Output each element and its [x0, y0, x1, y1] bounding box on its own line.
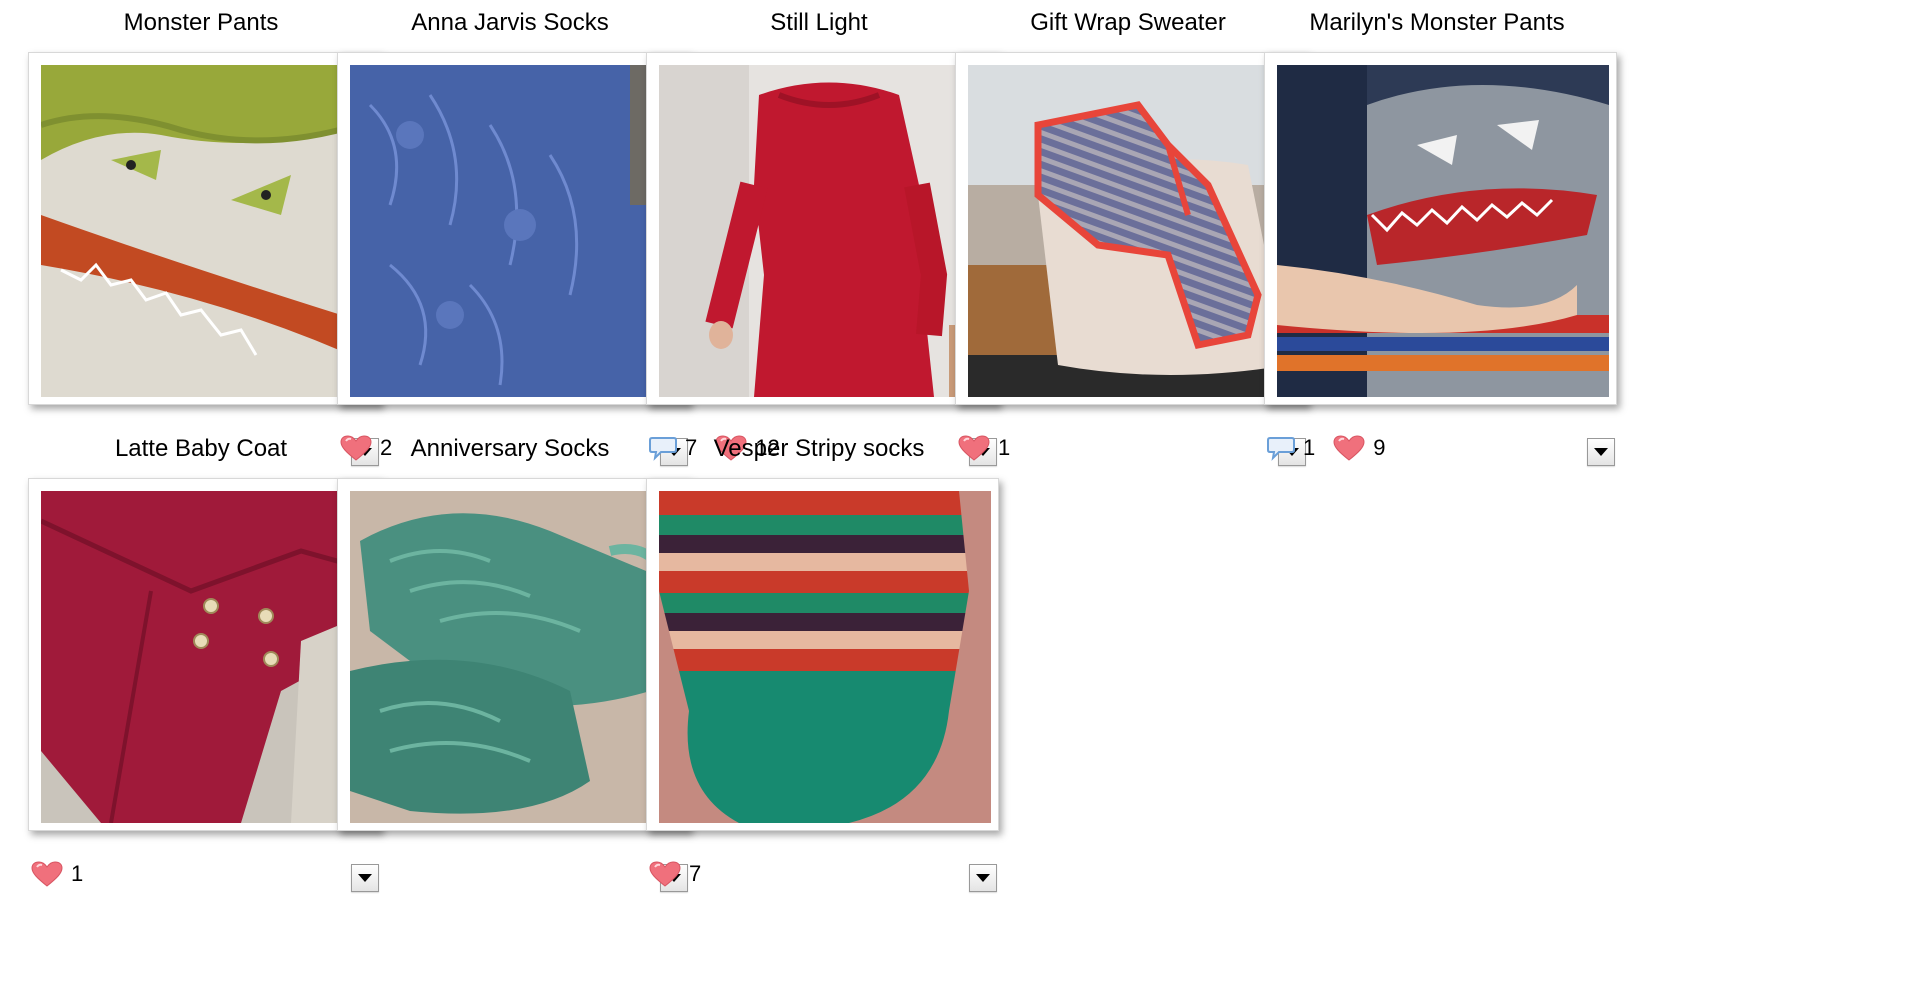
project-photo[interactable]	[41, 65, 373, 397]
project-thumbnail-frame[interactable]	[955, 52, 1308, 405]
hearts-count: 1	[998, 435, 1011, 460]
heart-icon	[1333, 435, 1365, 461]
hearts-count: 7	[689, 861, 702, 886]
project-thumbnail-frame[interactable]	[28, 478, 381, 831]
chevron-down-icon	[1594, 448, 1608, 456]
project-grid: Monster Pants Anna Jarvis Socks 2 Still …	[0, 0, 1929, 998]
project-menu-button[interactable]	[969, 864, 997, 892]
project-title[interactable]: Anna Jarvis Socks	[330, 8, 690, 38]
project-photo[interactable]	[350, 491, 682, 823]
likes[interactable]: 7	[649, 861, 701, 887]
project-stats: 1 9	[1267, 433, 1404, 463]
heart-icon	[31, 861, 63, 887]
project-title[interactable]: Still Light	[639, 8, 999, 38]
project-thumbnail-frame[interactable]	[646, 52, 999, 405]
comments-count: 1	[1303, 435, 1316, 460]
project-photo[interactable]	[41, 491, 373, 823]
project-menu-button[interactable]	[351, 864, 379, 892]
project-title[interactable]: Vesper Stripy socks	[639, 434, 999, 464]
chevron-down-icon	[358, 874, 372, 882]
project-photo[interactable]	[350, 65, 682, 397]
comment-bubble-icon	[1267, 437, 1295, 461]
chevron-down-icon	[976, 874, 990, 882]
hearts-count: 9	[1373, 435, 1386, 460]
likes[interactable]: 1	[31, 861, 83, 887]
project-title[interactable]: Marilyn's Monster Pants	[1257, 8, 1617, 38]
project-stats: 7	[649, 859, 719, 889]
project-photo[interactable]	[968, 65, 1300, 397]
project-title[interactable]: Monster Pants	[21, 8, 381, 38]
hearts-count: 1	[71, 861, 84, 886]
project-stats: 1	[31, 859, 101, 889]
project-thumbnail-frame[interactable]	[646, 478, 999, 831]
project-title[interactable]: Latte Baby Coat	[21, 434, 381, 464]
project-thumbnail-frame[interactable]	[337, 52, 690, 405]
project-thumbnail-frame[interactable]	[337, 478, 690, 831]
project-thumbnail-frame[interactable]	[1264, 52, 1617, 405]
likes[interactable]: 9	[1333, 435, 1386, 461]
heart-icon	[649, 861, 681, 887]
project-photo[interactable]	[659, 491, 991, 823]
project-title[interactable]: Anniversary Socks	[330, 434, 690, 464]
project-photo[interactable]	[659, 65, 991, 397]
project-menu-button[interactable]	[1587, 438, 1615, 466]
project-title[interactable]: Gift Wrap Sweater	[948, 8, 1308, 38]
project-photo[interactable]	[1277, 65, 1609, 397]
project-thumbnail-frame[interactable]	[28, 52, 381, 405]
comments[interactable]: 1	[1267, 435, 1315, 461]
